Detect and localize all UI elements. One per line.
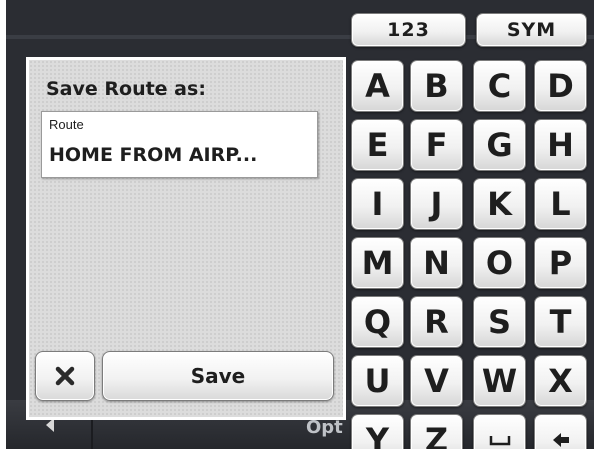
key-n[interactable]: N [410, 237, 463, 289]
backspace-icon [552, 433, 569, 447]
field-label: Route [49, 117, 84, 132]
backspace-key[interactable] [534, 414, 587, 449]
key-i[interactable]: I [351, 178, 404, 230]
key-c[interactable]: C [473, 60, 526, 112]
key-s[interactable]: S [473, 296, 526, 348]
key-r[interactable]: R [410, 296, 463, 348]
key-a[interactable]: A [351, 60, 404, 112]
dialog-title: Save Route as: [46, 78, 206, 100]
back-arrow-icon[interactable] [46, 418, 54, 432]
key-d[interactable]: D [534, 60, 587, 112]
save-route-dialog: Save Route as: Route HOME FROM AIRP... S… [26, 57, 346, 420]
key-o[interactable]: O [473, 237, 526, 289]
symbols-mode-button[interactable]: SYM [476, 13, 587, 47]
key-h[interactable]: H [534, 119, 587, 171]
key-v[interactable]: V [410, 355, 463, 407]
route-name-field[interactable]: Route HOME FROM AIRP... [41, 111, 318, 178]
save-button[interactable]: Save [102, 351, 334, 401]
key-u[interactable]: U [351, 355, 404, 407]
key-f[interactable]: F [410, 119, 463, 171]
key-j[interactable]: J [410, 178, 463, 230]
key-e[interactable]: E [351, 119, 404, 171]
key-b[interactable]: B [410, 60, 463, 112]
numbers-mode-button[interactable]: 123 [351, 13, 466, 47]
device-screen: Opt 123 SYM A B C D E F G H I J K L M N … [6, 0, 594, 449]
route-name-value[interactable]: HOME FROM AIRP... [49, 144, 257, 166]
options-button-label[interactable]: Opt [306, 417, 343, 438]
key-l[interactable]: L [534, 178, 587, 230]
key-p[interactable]: P [534, 237, 587, 289]
close-icon [55, 366, 75, 386]
key-g[interactable]: G [473, 119, 526, 171]
key-x[interactable]: X [534, 355, 587, 407]
space-icon [489, 436, 510, 446]
key-k[interactable]: K [473, 178, 526, 230]
space-key[interactable] [473, 414, 526, 449]
key-t[interactable]: T [534, 296, 587, 348]
key-z[interactable]: Z [410, 414, 463, 449]
cancel-button[interactable] [35, 351, 95, 401]
key-w[interactable]: W [473, 355, 526, 407]
key-m[interactable]: M [351, 237, 404, 289]
key-y[interactable]: Y [351, 414, 404, 449]
key-q[interactable]: Q [351, 296, 404, 348]
